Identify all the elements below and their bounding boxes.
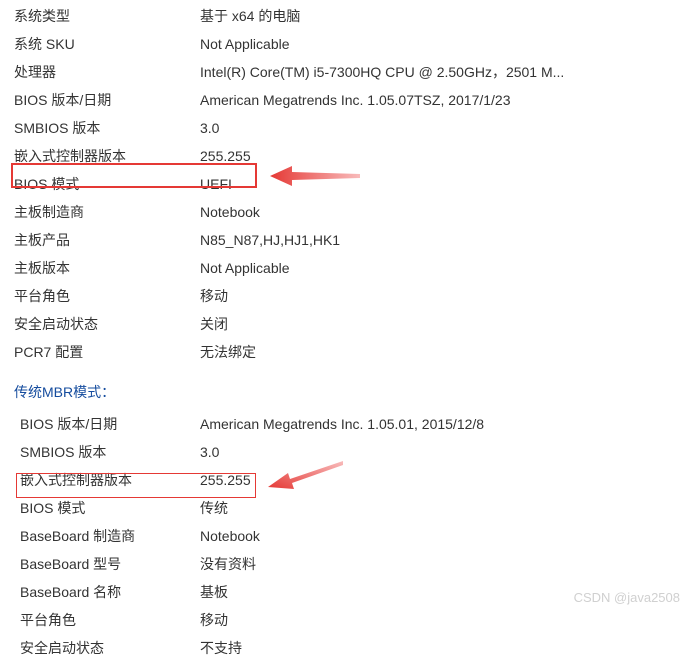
row-value: Not Applicable: [200, 30, 690, 58]
row-value: 关闭: [200, 310, 690, 338]
row-label: BaseBoard 制造商: [0, 522, 200, 550]
system-info-top: 系统类型基于 x64 的电脑 系统 SKUNot Applicable 处理器I…: [0, 0, 690, 366]
row-value: 不支持: [200, 634, 690, 662]
row-label: 主板制造商: [0, 198, 200, 226]
row-label: BIOS 版本/日期: [0, 410, 200, 438]
row-label: BaseBoard 名称: [0, 578, 200, 606]
row-value: 3.0: [200, 438, 690, 466]
legacy-mbr-title: 传统MBR模式：: [0, 366, 690, 410]
row-label: 平台角色: [0, 282, 200, 310]
row-value: Intel(R) Core(TM) i5-7300HQ CPU @ 2.50GH…: [200, 58, 690, 86]
row-label: 系统 SKU: [0, 30, 200, 58]
row-label: 安全启动状态: [0, 310, 200, 338]
row-value: 无法绑定: [200, 338, 690, 366]
row-value: 255.255: [200, 142, 690, 170]
row-value: American Megatrends Inc. 1.05.01, 2015/1…: [200, 410, 690, 438]
row-label: BIOS 版本/日期: [0, 86, 200, 114]
row-label: BIOS 模式: [0, 494, 200, 522]
row-label: 嵌入式控制器版本: [0, 466, 200, 494]
row-value: 3.0: [200, 114, 690, 142]
row-label: BaseBoard 型号: [0, 550, 200, 578]
row-value: Not Applicable: [200, 254, 690, 282]
row-value: 传统: [200, 494, 690, 522]
row-label: 处理器: [0, 58, 200, 86]
row-value: 没有资料: [200, 550, 690, 578]
row-value: N85_N87,HJ,HJ1,HK1: [200, 226, 690, 254]
row-label: 系统类型: [0, 2, 200, 30]
row-label: 安全启动状态: [0, 634, 200, 662]
row-label: 主板产品: [0, 226, 200, 254]
row-value: 移动: [200, 282, 690, 310]
row-value: Notebook: [200, 198, 690, 226]
row-label: SMBIOS 版本: [0, 438, 200, 466]
watermark: CSDN @java2508: [574, 590, 680, 605]
row-value: 移动: [200, 606, 690, 634]
row-label: 平台角色: [0, 606, 200, 634]
row-value: 基于 x64 的电脑: [200, 2, 690, 30]
row-label: SMBIOS 版本: [0, 114, 200, 142]
system-info-bottom: BIOS 版本/日期American Megatrends Inc. 1.05.…: [0, 410, 690, 662]
row-label: BIOS 模式: [0, 170, 200, 198]
row-value: Notebook: [200, 522, 690, 550]
row-label: 主板版本: [0, 254, 200, 282]
row-value: 255.255: [200, 466, 690, 494]
row-label: PCR7 配置: [0, 338, 200, 366]
row-value: American Megatrends Inc. 1.05.07TSZ, 201…: [200, 86, 690, 114]
row-value: UEFI: [200, 170, 690, 198]
row-label: 嵌入式控制器版本: [0, 142, 200, 170]
